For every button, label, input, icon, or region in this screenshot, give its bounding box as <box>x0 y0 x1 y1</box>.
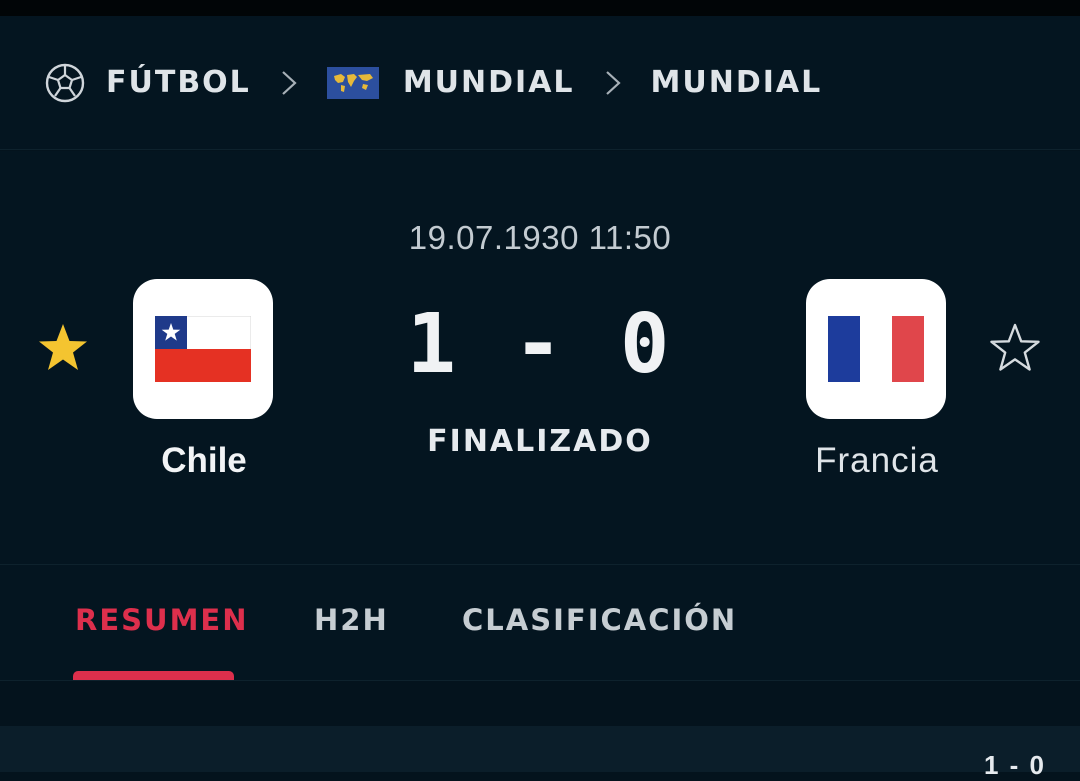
breadcrumb-sport[interactable]: FÚTBOL <box>106 65 251 100</box>
match-tabs: RESUMEN H2H CLASIFICACIÓN <box>0 565 1080 681</box>
match-header: 19.07.1930 11:50 1 - 0 FINALIZADO Chile … <box>0 151 1080 565</box>
soccer-ball-icon[interactable] <box>44 62 86 104</box>
france-flag-icon <box>828 316 924 382</box>
status-bar-strip <box>0 0 1080 16</box>
active-tab-indicator <box>73 671 234 680</box>
chevron-right-icon <box>603 68 623 98</box>
favorite-star-icon-away[interactable] <box>988 321 1042 375</box>
breadcrumb: FÚTBOL MUNDIAL MUNDIAL <box>0 16 1080 150</box>
home-team-name[interactable]: Chile <box>84 441 324 481</box>
away-team-name[interactable]: Francia <box>757 441 997 481</box>
partial-score: 1 - 0 <box>983 750 1046 780</box>
away-team-logo[interactable] <box>806 279 946 419</box>
breadcrumb-competition[interactable]: MUNDIAL <box>403 65 575 100</box>
breadcrumb-tournament[interactable]: MUNDIAL <box>651 65 823 100</box>
summary-header-row: 1 - 0 <box>0 726 1080 780</box>
chevron-right-icon <box>279 68 299 98</box>
world-flag-icon <box>326 66 379 99</box>
tab-resumen[interactable]: RESUMEN <box>75 603 249 637</box>
match-datetime: 19.07.1930 11:50 <box>408 219 672 256</box>
tab-clasificacion[interactable]: CLASIFICACIÓN <box>462 603 737 637</box>
tab-h2h[interactable]: H2H <box>314 603 389 637</box>
